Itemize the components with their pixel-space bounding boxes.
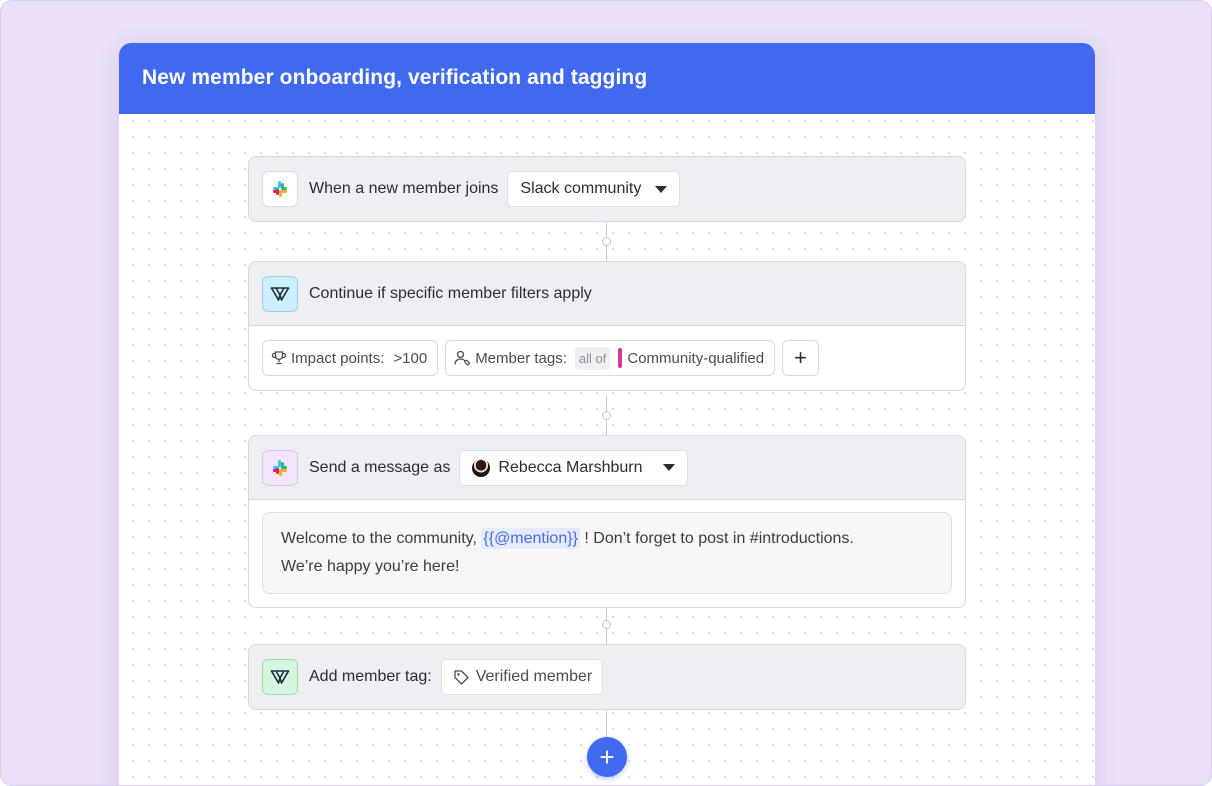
trigger-card[interactable]: When a new member joins Slack community xyxy=(248,156,966,222)
tag-icon xyxy=(453,669,470,686)
filter-icon xyxy=(262,275,298,312)
tag-value: Community-qualified xyxy=(627,349,765,367)
member-tags-filter[interactable]: Member tags: all of Community-qualified xyxy=(445,340,776,376)
message-text-start: Welcome to the community, xyxy=(281,530,477,547)
filter-card[interactable]: Continue if specific member filters appl… xyxy=(248,261,966,391)
message-text-line2: We’re happy you’re here! xyxy=(281,558,460,575)
filter-conditions: Impact points: >100 Member tags: all of xyxy=(249,326,965,390)
caret-down-icon xyxy=(655,185,668,193)
add-filter-button[interactable]: + xyxy=(782,340,820,376)
tag-action-label: Add member tag: xyxy=(309,668,432,685)
tag-action-card[interactable]: Add member tag: Verified member xyxy=(248,644,966,710)
impact-points-filter[interactable]: Impact points: >100 xyxy=(262,340,439,376)
connector-dot xyxy=(602,411,611,420)
filter-header: Continue if specific member filters appl… xyxy=(249,262,965,326)
sender-avatar xyxy=(472,458,491,477)
filter-label: Continue if specific member filters appl… xyxy=(309,284,592,302)
message-header: Send a message as Rebecca Marshburn xyxy=(249,436,965,500)
impact-points-label: Impact points: xyxy=(291,349,385,367)
caret-down-icon xyxy=(662,464,675,471)
member-tag-value: Verified member xyxy=(475,668,593,685)
user-tag-icon xyxy=(454,350,471,366)
slack-icon xyxy=(262,171,298,207)
trophy-icon xyxy=(271,350,287,366)
connector-line xyxy=(606,710,607,740)
message-editor[interactable]: Welcome to the community, {{@mention}} !… xyxy=(262,512,952,594)
community-source-value: Slack community xyxy=(520,180,642,197)
slack-icon xyxy=(262,449,298,486)
message-text-end: ! Don’t forget to post in #introductions… xyxy=(584,530,854,547)
member-tag-select[interactable]: Verified member xyxy=(440,659,604,695)
message-label: Send a message as xyxy=(309,458,451,476)
tag-color-marker xyxy=(618,348,623,368)
workflow-window: New member onboarding, verification and … xyxy=(119,43,1095,785)
sender-dropdown[interactable]: Rebecca Marshburn xyxy=(459,449,688,486)
message-card[interactable]: Send a message as Rebecca Marshburn Welc… xyxy=(248,435,966,608)
mention-token[interactable]: {{@mention}} xyxy=(481,528,580,549)
tags-operator[interactable]: all of xyxy=(574,346,611,370)
add-step-button[interactable]: + xyxy=(587,737,627,777)
sender-name: Rebecca Marshburn xyxy=(498,458,643,476)
connector-dot xyxy=(602,620,611,629)
connector-dot xyxy=(602,237,611,246)
impact-points-value: >100 xyxy=(393,349,428,367)
filter-icon xyxy=(262,659,298,695)
trigger-label: When a new member joins xyxy=(309,180,499,197)
tag-action-header: Add member tag: Verified member xyxy=(249,645,965,709)
community-source-dropdown[interactable]: Slack community xyxy=(507,171,681,207)
page-frame: New member onboarding, verification and … xyxy=(0,0,1212,786)
trigger-header: When a new member joins Slack community xyxy=(249,157,965,221)
member-tags-label: Member tags: xyxy=(475,349,567,367)
workflow-title: New member onboarding, verification and … xyxy=(119,43,1095,114)
